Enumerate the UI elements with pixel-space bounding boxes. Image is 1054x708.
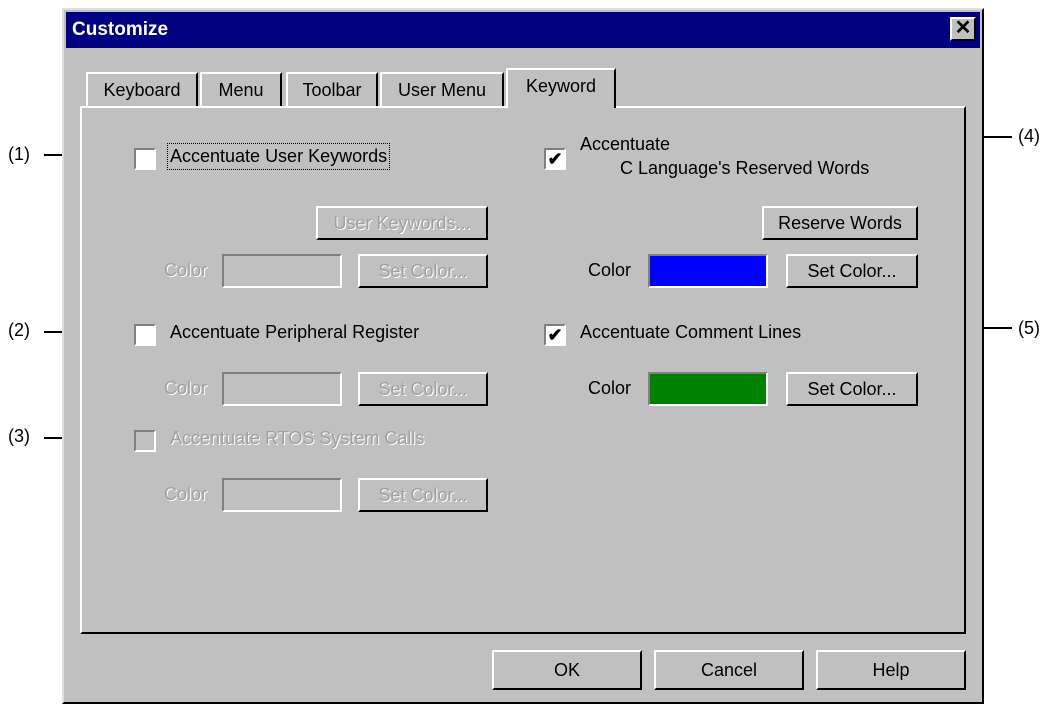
peripheral-register-label[interactable]: Accentuate Peripheral Register xyxy=(170,322,419,343)
tab-user-menu[interactable]: User Menu xyxy=(380,72,504,106)
comment-lines-label[interactable]: Accentuate Comment Lines xyxy=(580,322,801,343)
comment-lines-checkbox[interactable]: ✔ xyxy=(544,324,566,346)
comment-set-color-button[interactable]: Set Color... xyxy=(786,372,918,406)
peripheral-register-checkbox[interactable] xyxy=(134,324,156,346)
tab-menu[interactable]: Menu xyxy=(200,72,282,106)
user-keywords-set-color-button[interactable]: Set Color... xyxy=(358,254,488,288)
reserved-set-color-button[interactable]: Set Color... xyxy=(786,254,918,288)
rtos-color-swatch xyxy=(222,478,342,512)
callout-label-4: (4) xyxy=(1018,126,1040,146)
user-keywords-color-swatch xyxy=(222,254,342,288)
callout-label-3: (3) xyxy=(8,426,30,446)
help-button[interactable]: Help xyxy=(816,650,966,690)
reserved-color-swatch xyxy=(648,254,768,288)
reserve-words-button[interactable]: Reserve Words xyxy=(762,206,918,240)
peripheral-set-color-button[interactable]: Set Color... xyxy=(358,372,488,406)
rtos-set-color-button[interactable]: Set Color... xyxy=(358,478,488,512)
dialog-title: Customize xyxy=(72,19,169,40)
reserved-words-label-line2[interactable]: C Language's Reserved Words xyxy=(620,158,869,179)
callout-label-5: (5) xyxy=(1018,318,1040,338)
user-keywords-color-label: Color xyxy=(164,260,208,280)
tab-keyword[interactable]: Keyword xyxy=(506,68,616,108)
close-button[interactable]: ✕ xyxy=(950,17,976,41)
reserved-words-label-line1[interactable]: Accentuate xyxy=(580,134,670,155)
keyword-tab-panel: Accentuate User Keywords User Keywords..… xyxy=(80,106,966,634)
comment-color-swatch xyxy=(648,372,768,406)
close-icon: ✕ xyxy=(954,17,972,39)
comment-color-label: Color xyxy=(588,378,632,398)
ok-button[interactable]: OK xyxy=(492,650,642,690)
reserved-words-checkbox[interactable]: ✔ xyxy=(544,148,566,170)
tab-toolbar[interactable]: Toolbar xyxy=(286,72,378,106)
check-icon: ✔ xyxy=(547,149,563,169)
rtos-system-calls-label[interactable]: Accentuate RTOS System Calls xyxy=(170,428,424,449)
user-keywords-button[interactable]: User Keywords... xyxy=(316,206,488,240)
rtos-color-label: Color xyxy=(164,484,208,504)
peripheral-color-label: Color xyxy=(164,378,208,398)
user-keywords-label[interactable]: Accentuate User Keywords xyxy=(166,143,391,170)
cancel-button[interactable]: Cancel xyxy=(654,650,804,690)
customize-dialog: Customize ✕ Keyboard Menu Toolbar User M… xyxy=(62,8,984,704)
peripheral-color-swatch xyxy=(222,372,342,406)
title-bar: Customize ✕ xyxy=(66,12,980,48)
check-icon: ✔ xyxy=(547,325,563,345)
callout-label-1: (1) xyxy=(8,144,30,164)
callout-label-2: (2) xyxy=(8,320,30,340)
rtos-system-calls-checkbox[interactable] xyxy=(134,430,156,452)
user-keywords-checkbox[interactable] xyxy=(134,148,156,170)
reserved-color-label: Color xyxy=(588,260,632,280)
tab-keyboard[interactable]: Keyboard xyxy=(86,72,198,106)
